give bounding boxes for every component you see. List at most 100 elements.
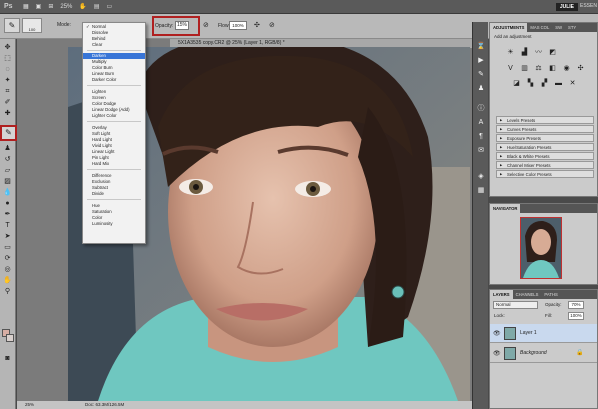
blend-option[interactable]: Divide — [83, 191, 145, 197]
mode-label: Mode: — [57, 22, 71, 28]
guides-icon[interactable]: ⊞ — [48, 3, 53, 10]
eraser-tool-icon[interactable]: ▱ — [2, 166, 13, 175]
clone-stamp-tool-icon[interactable]: ♟ — [2, 144, 13, 153]
tab-paths[interactable]: PATHS — [541, 290, 560, 299]
photo-filter-icon[interactable]: ◉ — [562, 65, 571, 73]
hand-icon[interactable]: ✋ — [79, 3, 86, 10]
quick-select-tool-icon[interactable]: ✦ — [2, 76, 13, 85]
workspace-essentials-button[interactable]: ESSEN — [580, 3, 598, 9]
blur-tool-icon[interactable]: 💧 — [2, 188, 13, 197]
blend-option[interactable]: Clear — [83, 42, 145, 48]
eyedropper-tool-icon[interactable]: ✐ — [2, 98, 13, 107]
clone-source-panel-icon[interactable]: ♟ — [476, 84, 486, 93]
vibrance-icon[interactable]: V — [506, 65, 515, 73]
curves-icon[interactable]: 〰 — [534, 49, 543, 57]
tab-masks[interactable]: MAS COL — [527, 23, 552, 32]
gradient-map-icon[interactable]: ▬ — [554, 80, 563, 88]
layer-row-background[interactable]: 👁 Background 🔒 — [490, 344, 597, 363]
gradient-tool-icon[interactable]: ▨ — [2, 177, 13, 186]
lasso-tool-icon[interactable]: ◌ — [2, 65, 13, 74]
zoom-level[interactable]: 25% — [60, 4, 72, 10]
pen-tool-icon[interactable]: ✒ — [2, 210, 13, 219]
black-white-icon[interactable]: ◧ — [548, 65, 557, 73]
3d-rotate-tool-icon[interactable]: ⟳ — [2, 254, 13, 263]
tab-channels[interactable]: CHANNELS — [513, 290, 542, 299]
move-tool-icon[interactable]: ✥ — [2, 43, 13, 52]
threshold-icon[interactable]: ▞ — [540, 80, 549, 88]
fill-label: Fill: — [545, 313, 552, 318]
status-doc-size[interactable]: Doc: 63.3M/126.5M — [85, 401, 124, 409]
blend-option[interactable]: Hard Mix — [83, 161, 145, 167]
character-panel-icon[interactable]: A — [476, 118, 486, 127]
layer-row-layer-1[interactable]: 👁 Layer 1 — [490, 324, 597, 343]
tab-styles[interactable]: STY — [565, 23, 579, 32]
levels-icon[interactable]: ▟ — [520, 49, 529, 57]
info-panel-icon[interactable]: ⓘ — [476, 104, 486, 113]
blend-option[interactable]: Luminosity — [83, 221, 145, 227]
selective-color-icon[interactable]: ✕ — [568, 80, 577, 88]
channel-mixer-presets[interactable]: Channel Mixer Presets — [496, 161, 594, 169]
animation-panel-icon[interactable]: ▦ — [476, 186, 486, 195]
brightness-contrast-icon[interactable]: ☀ — [506, 49, 515, 57]
quick-mask-icon[interactable]: ◙ — [2, 354, 13, 363]
blend-option[interactable]: Lighter Color — [83, 113, 145, 119]
history-panel-icon[interactable]: ⌛ — [476, 42, 486, 51]
hue-saturation-icon[interactable]: ▥ — [520, 65, 529, 73]
tab-swatches[interactable]: SW — [552, 23, 565, 32]
fill-input[interactable]: 100% — [568, 312, 584, 320]
layer-blend-mode-select[interactable]: Normal — [493, 301, 538, 309]
screen-mode-icon[interactable]: ▭ — [107, 3, 113, 10]
visibility-eye-icon[interactable]: 👁 — [493, 350, 501, 357]
selective-color-presets[interactable]: Selective Color Presets — [496, 170, 594, 178]
3d-panel-icon[interactable]: ◈ — [476, 172, 486, 181]
layer-opacity-input[interactable]: 70% — [568, 301, 584, 309]
type-tool-icon[interactable]: T — [2, 221, 13, 230]
invert-icon[interactable]: ◪ — [512, 80, 521, 88]
airbrush-icon[interactable]: ✣ — [254, 21, 260, 29]
color-balance-icon[interactable]: ⚖ — [534, 65, 543, 73]
bridge-icon[interactable]: ▦ — [23, 3, 29, 10]
dodge-tool-icon[interactable]: ● — [2, 199, 13, 208]
marquee-tool-icon[interactable]: ⬚ — [2, 54, 13, 63]
hue-saturation-presets[interactable]: Hue/Saturation Presets — [496, 143, 594, 151]
tool-preset-picker[interactable]: ✎ — [4, 18, 20, 33]
workspace-user-button[interactable]: JULIE — [555, 3, 578, 11]
arrange-icon[interactable]: ▤ — [94, 3, 100, 10]
flow-input[interactable]: 100% — [229, 21, 247, 30]
pressure-size-icon[interactable]: ⊘ — [269, 21, 275, 29]
actions-panel-icon[interactable]: ▶ — [476, 56, 486, 65]
tab-layers[interactable]: LAYERS — [490, 290, 513, 299]
levels-presets[interactable]: Levels Presets — [496, 116, 594, 124]
healing-tool-icon[interactable]: ✚ — [2, 109, 13, 118]
brush-tool-icon[interactable]: ✎ — [0, 125, 17, 141]
blend-option[interactable]: Darker Color — [83, 77, 145, 83]
opacity-input[interactable]: 15% — [175, 21, 189, 30]
crop-tool-icon[interactable]: ⌗ — [2, 87, 13, 96]
hand-tool-icon[interactable]: ✋ — [2, 276, 13, 285]
status-zoom[interactable]: 25% — [25, 401, 34, 409]
zoom-tool-icon[interactable]: ⚲ — [2, 287, 13, 296]
curves-presets[interactable]: Curves Presets — [496, 125, 594, 133]
pressure-opacity-icon[interactable]: ⊘ — [203, 21, 209, 29]
visibility-eye-icon[interactable]: 👁 — [493, 330, 501, 337]
background-color-swatch[interactable] — [6, 334, 14, 342]
layer-name: Background — [520, 350, 547, 356]
tab-navigator[interactable]: NAVIGATOR — [490, 204, 521, 213]
channel-mixer-icon[interactable]: ✣ — [576, 65, 585, 73]
history-brush-tool-icon[interactable]: ↺ — [2, 155, 13, 164]
layer-thumbnail — [504, 347, 516, 360]
3d-orbit-tool-icon[interactable]: ◎ — [2, 265, 13, 274]
path-select-tool-icon[interactable]: ➤ — [2, 232, 13, 241]
brush-panel-icon[interactable]: ✎ — [476, 70, 486, 79]
notes-panel-icon[interactable]: ✉ — [476, 146, 486, 155]
exposure-presets[interactable]: Exposure Presets — [496, 134, 594, 142]
minibridge-icon[interactable]: ▣ — [36, 3, 42, 10]
black-white-presets[interactable]: Black & White Presets — [496, 152, 594, 160]
shape-tool-icon[interactable]: ▭ — [2, 243, 13, 252]
posterize-icon[interactable]: ▚ — [526, 80, 535, 88]
navigator-thumbnail[interactable] — [520, 217, 562, 279]
paragraph-panel-icon[interactable]: ¶ — [476, 132, 486, 141]
tab-adjustments[interactable]: ADJUSTMENTS — [490, 23, 528, 32]
brush-size-picker[interactable]: 100 — [22, 18, 42, 33]
exposure-icon[interactable]: ◩ — [548, 49, 557, 57]
